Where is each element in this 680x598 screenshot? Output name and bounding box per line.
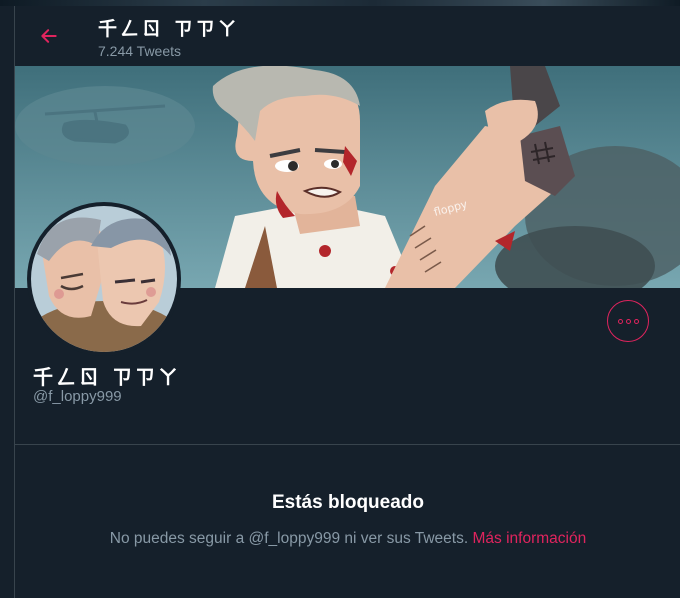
blocked-message-text: No puedes seguir a @f_loppy999 ni ver su… <box>109 530 469 547</box>
more-options-button[interactable] <box>607 300 649 342</box>
profile-handle: @f_loppy999 <box>33 388 122 405</box>
avatar[interactable] <box>27 202 181 356</box>
header-title: 千ㄥㄖ ㄗㄗㄚ <box>98 18 240 40</box>
blocked-title: Estás bloqueado <box>271 492 425 513</box>
back-button[interactable] <box>35 22 63 50</box>
profile-display-name: 千ㄥㄖ ㄗㄗㄚ <box>33 365 181 389</box>
profile-column: 千ㄥㄖ ㄗㄗㄚ 7.244 Tweets floppy 千ㄥㄖ ㄗㄗㄚ @f_l… <box>14 6 680 598</box>
blocked-message: No puedes seguir a @f_loppy999 ni ver su… <box>15 530 680 548</box>
more-horizontal-icon <box>617 318 639 324</box>
profile-header: 千ㄥㄖ ㄗㄗㄚ 7.244 Tweets <box>15 6 680 66</box>
arrow-left-icon <box>41 29 57 43</box>
more-info-link[interactable]: Más información <box>472 530 586 547</box>
section-divider <box>15 444 680 445</box>
tweet-count: 7.244 Tweets <box>98 43 182 59</box>
